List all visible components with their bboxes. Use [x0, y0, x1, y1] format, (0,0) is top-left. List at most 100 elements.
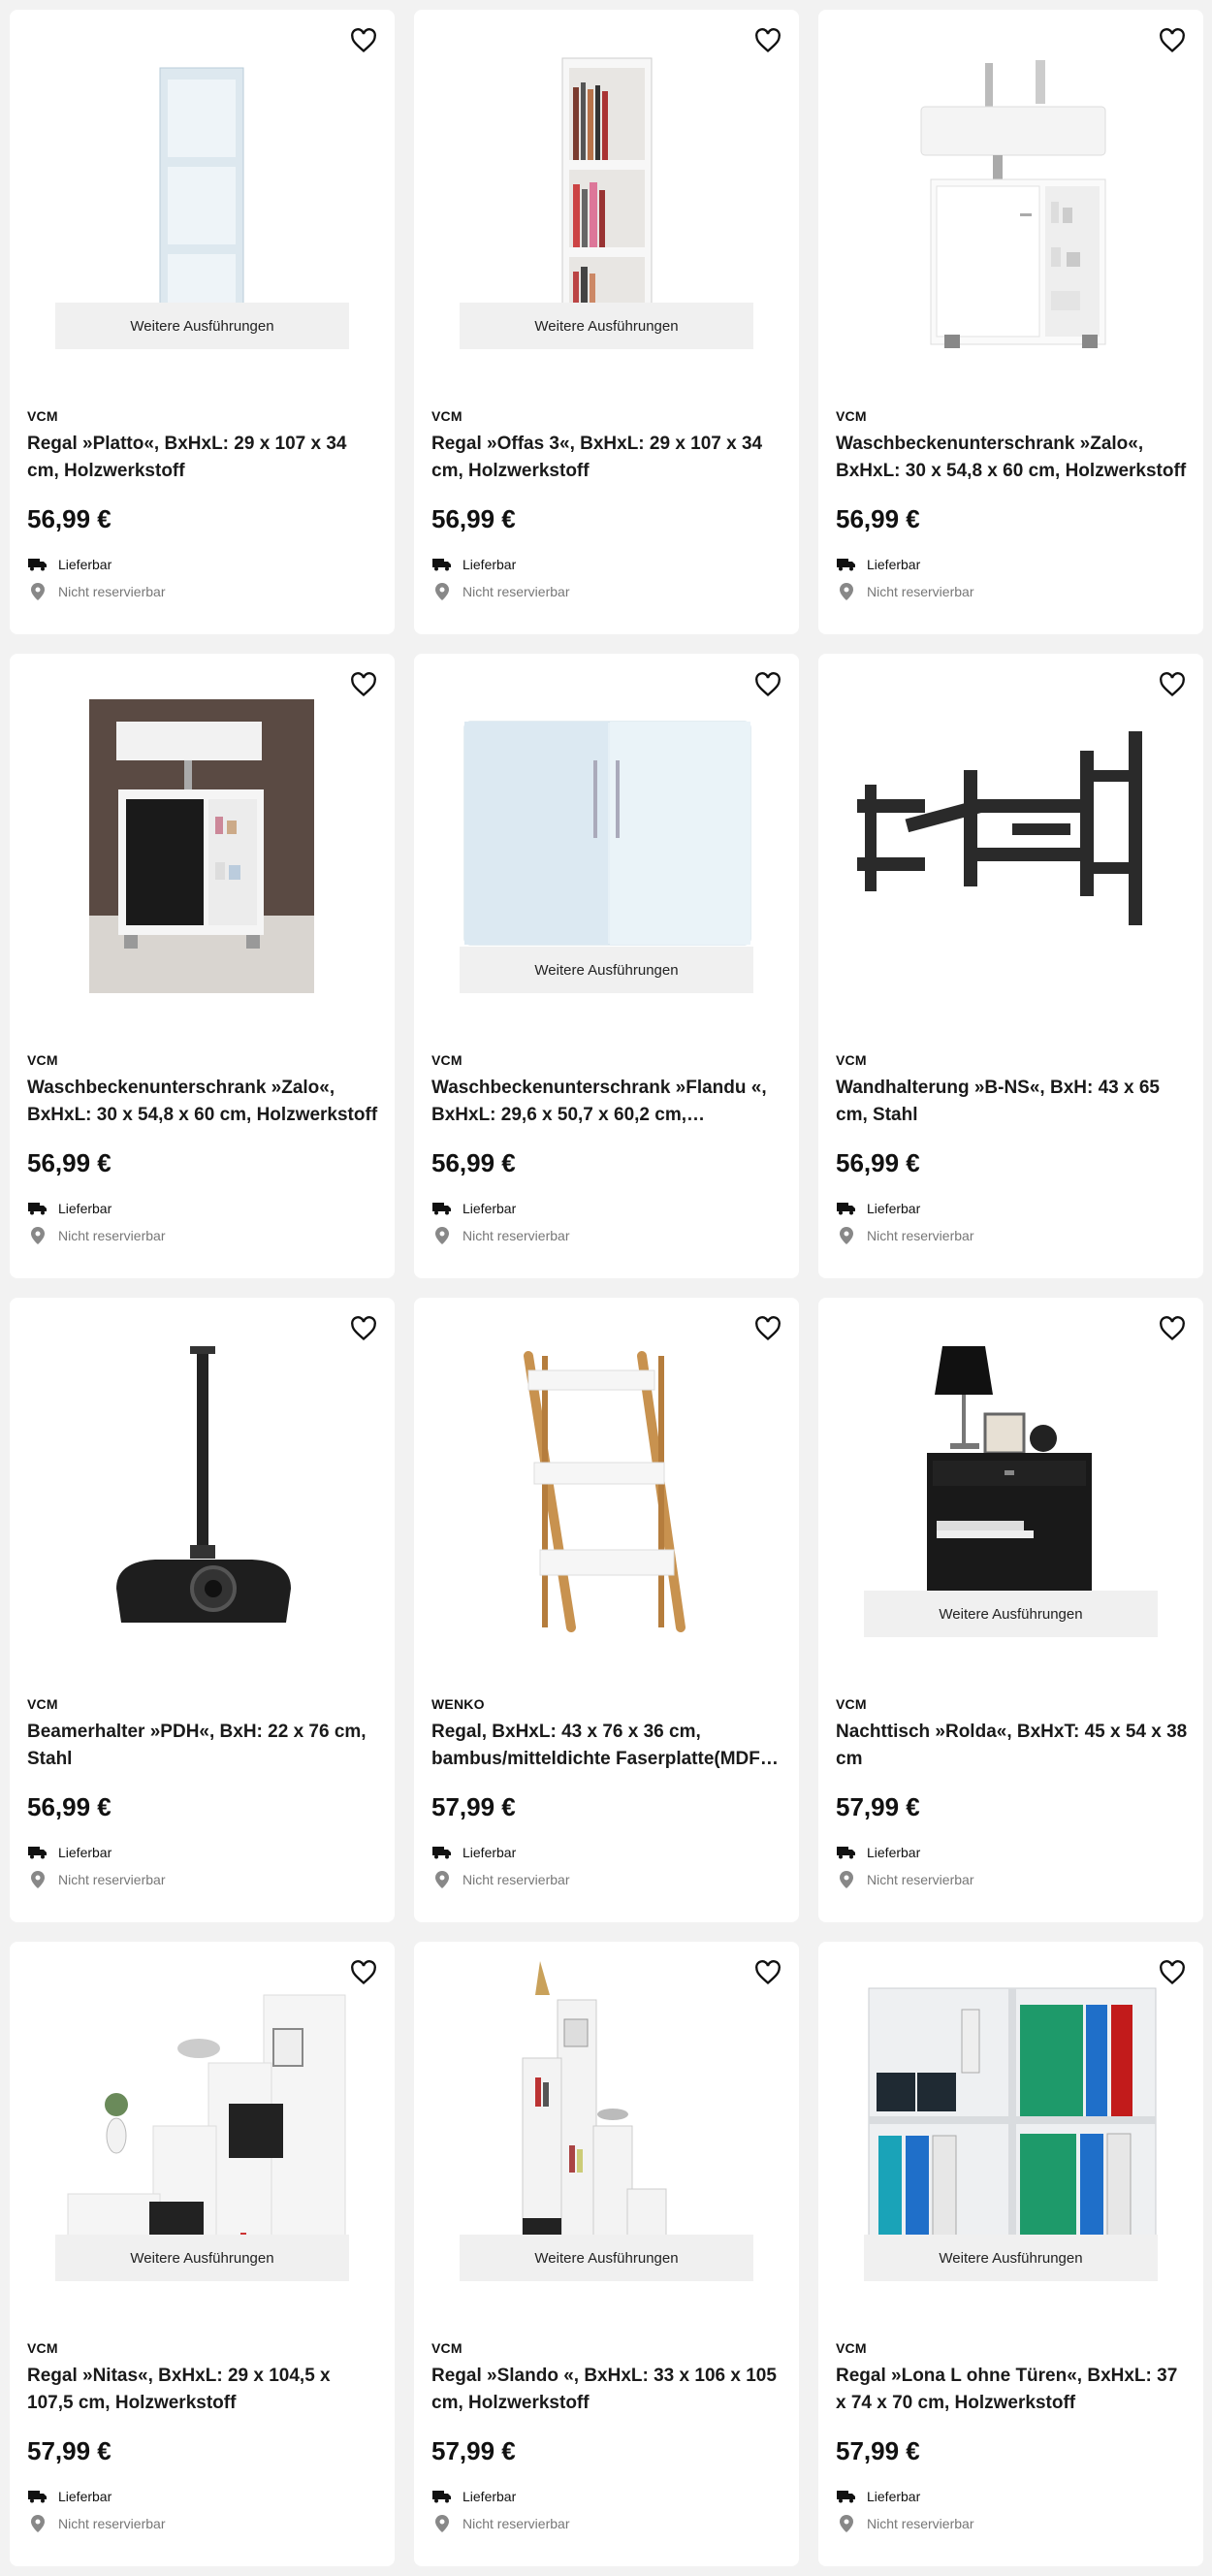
more-variants-button[interactable]: Weitere Ausführungen — [55, 2235, 349, 2281]
truck-icon — [431, 556, 453, 573]
location-pin-icon — [431, 1227, 453, 1244]
product-title[interactable]: Nachttisch »Rolda«, BxHxT: 45 x 54 x 38 … — [836, 1719, 1190, 1773]
product-title[interactable]: Regal »Offas 3«, BxHxL: 29 x 107 x 34 cm… — [431, 431, 785, 485]
truck-icon — [27, 556, 48, 573]
product-card[interactable]: Weitere Ausführungen VCM Regal »Offas 3«… — [414, 10, 799, 634]
heart-icon[interactable] — [348, 25, 379, 56]
product-title[interactable]: Waschbeckenunterschrank »Zalo«, BxHxL: 3… — [836, 431, 1190, 485]
location-pin-icon — [836, 2515, 857, 2532]
product-image[interactable] — [10, 654, 395, 993]
product-brand: VCM — [836, 408, 867, 424]
reserve-label: Nicht reservierbar — [867, 2516, 974, 2531]
delivery-status: Lieferbar — [431, 556, 516, 573]
product-title[interactable]: Waschbeckenunterschrank »Flandu «, BxHxL… — [431, 1075, 785, 1129]
heart-icon[interactable] — [348, 1313, 379, 1344]
reserve-label: Nicht reservierbar — [58, 584, 166, 599]
reserve-label: Nicht reservierbar — [58, 1872, 166, 1887]
heart-icon[interactable] — [1157, 25, 1188, 56]
more-variants-button[interactable]: Weitere Ausführungen — [460, 947, 753, 993]
heart-icon[interactable] — [752, 1957, 783, 1988]
product-title[interactable]: Beamerhalter »PDH«, BxH: 22 x 76 cm, Sta… — [27, 1719, 381, 1773]
delivery-status: Lieferbar — [431, 1200, 516, 1217]
product-card[interactable]: Weitere Ausführungen VCM Nachttisch »Rol… — [818, 1298, 1203, 1922]
delivery-status: Lieferbar — [836, 1844, 920, 1861]
location-pin-icon — [836, 1871, 857, 1888]
reserve-label: Nicht reservierbar — [58, 1228, 166, 1243]
reserve-label: Nicht reservierbar — [462, 1228, 570, 1243]
reserve-label: Nicht reservierbar — [58, 2516, 166, 2531]
truck-icon — [431, 1844, 453, 1861]
truck-icon — [836, 1200, 857, 1217]
delivery-label: Lieferbar — [462, 2489, 517, 2504]
more-variants-button[interactable]: Weitere Ausführungen — [864, 1591, 1158, 1637]
truck-icon — [431, 2488, 453, 2505]
reserve-status: Nicht reservierbar — [431, 1227, 569, 1244]
delivery-label: Lieferbar — [58, 2489, 112, 2504]
product-image[interactable] — [818, 654, 1203, 993]
product-card[interactable]: VCM Beamerhalter »PDH«, BxH: 22 x 76 cm,… — [10, 1298, 395, 1922]
more-variants-button[interactable]: Weitere Ausführungen — [460, 2235, 753, 2281]
delivery-label: Lieferbar — [867, 557, 921, 572]
product-title[interactable]: Wandhalterung »B-NS«, BxH: 43 x 65 cm, S… — [836, 1075, 1190, 1129]
product-price: 56,99 € — [27, 504, 112, 533]
product-price: 57,99 € — [431, 2436, 516, 2465]
reserve-status: Nicht reservierbar — [431, 1871, 569, 1888]
product-image[interactable] — [414, 1298, 799, 1637]
product-price: 57,99 € — [836, 1792, 920, 1821]
product-image[interactable] — [414, 1942, 799, 2281]
location-pin-icon — [836, 583, 857, 600]
product-title[interactable]: Regal »Slando «, BxHxL: 33 x 106 x 105 c… — [431, 2363, 785, 2417]
reserve-status: Nicht reservierbar — [27, 1227, 165, 1244]
heart-icon[interactable] — [348, 669, 379, 700]
heart-icon[interactable] — [752, 1313, 783, 1344]
product-image[interactable] — [414, 10, 799, 349]
product-title[interactable]: Waschbeckenunterschrank »Zalo«, BxHxL: 3… — [27, 1075, 381, 1129]
product-title[interactable]: Regal, BxHxL: 43 x 76 x 36 cm, bambus/mi… — [431, 1719, 785, 1773]
location-pin-icon — [431, 2515, 453, 2532]
product-card[interactable]: Weitere Ausführungen VCM Waschbeckenunte… — [414, 654, 799, 1278]
product-grid: Weitere Ausführungen VCM Regal »Platto«,… — [10, 10, 1203, 2566]
heart-icon[interactable] — [752, 669, 783, 700]
truck-icon — [27, 1200, 48, 1217]
product-image[interactable] — [10, 1298, 395, 1637]
product-card[interactable]: Weitere Ausführungen VCM Regal »Lona L o… — [818, 1942, 1203, 2566]
product-image[interactable] — [10, 10, 395, 349]
truck-icon — [431, 1200, 453, 1217]
product-card[interactable]: Weitere Ausführungen VCM Regal »Platto«,… — [10, 10, 395, 634]
product-brand: VCM — [27, 1696, 58, 1712]
product-image[interactable] — [414, 654, 799, 993]
product-card[interactable]: VCM Waschbeckenunterschrank »Zalo«, BxHx… — [818, 10, 1203, 634]
product-price: 56,99 € — [836, 1148, 920, 1177]
product-image[interactable] — [818, 1942, 1203, 2281]
product-card[interactable]: Weitere Ausführungen VCM Regal »Nitas«, … — [10, 1942, 395, 2566]
product-title[interactable]: Regal »Nitas«, BxHxL: 29 x 104,5 x 107,5… — [27, 2363, 381, 2417]
location-pin-icon — [27, 1227, 48, 1244]
reserve-status: Nicht reservierbar — [27, 583, 165, 600]
more-variants-button[interactable]: Weitere Ausführungen — [460, 303, 753, 349]
product-brand: VCM — [431, 408, 462, 424]
truck-icon — [27, 1844, 48, 1861]
product-price: 57,99 € — [431, 1792, 516, 1821]
product-card[interactable]: VCM Wandhalterung »B-NS«, BxH: 43 x 65 c… — [818, 654, 1203, 1278]
heart-icon[interactable] — [348, 1957, 379, 1988]
heart-icon[interactable] — [752, 25, 783, 56]
delivery-label: Lieferbar — [58, 1201, 112, 1216]
reserve-label: Nicht reservierbar — [867, 584, 974, 599]
heart-icon[interactable] — [1157, 1313, 1188, 1344]
heart-icon[interactable] — [1157, 669, 1188, 700]
product-brand: WENKO — [431, 1696, 485, 1712]
product-title[interactable]: Regal »Platto«, BxHxL: 29 x 107 x 34 cm,… — [27, 431, 381, 485]
delivery-status: Lieferbar — [431, 1844, 516, 1861]
product-image[interactable] — [818, 10, 1203, 349]
reserve-label: Nicht reservierbar — [462, 584, 570, 599]
more-variants-button[interactable]: Weitere Ausführungen — [864, 2235, 1158, 2281]
product-card[interactable]: Weitere Ausführungen VCM Regal »Slando «… — [414, 1942, 799, 2566]
more-variants-button[interactable]: Weitere Ausführungen — [55, 303, 349, 349]
product-title[interactable]: Regal »Lona L ohne Türen«, BxHxL: 37 x 7… — [836, 2363, 1190, 2417]
product-image[interactable] — [818, 1298, 1203, 1637]
heart-icon[interactable] — [1157, 1957, 1188, 1988]
product-card[interactable]: WENKO Regal, BxHxL: 43 x 76 x 36 cm, bam… — [414, 1298, 799, 1922]
reserve-status: Nicht reservierbar — [836, 2515, 973, 2532]
product-card[interactable]: VCM Waschbeckenunterschrank »Zalo«, BxHx… — [10, 654, 395, 1278]
product-image[interactable] — [10, 1942, 395, 2281]
